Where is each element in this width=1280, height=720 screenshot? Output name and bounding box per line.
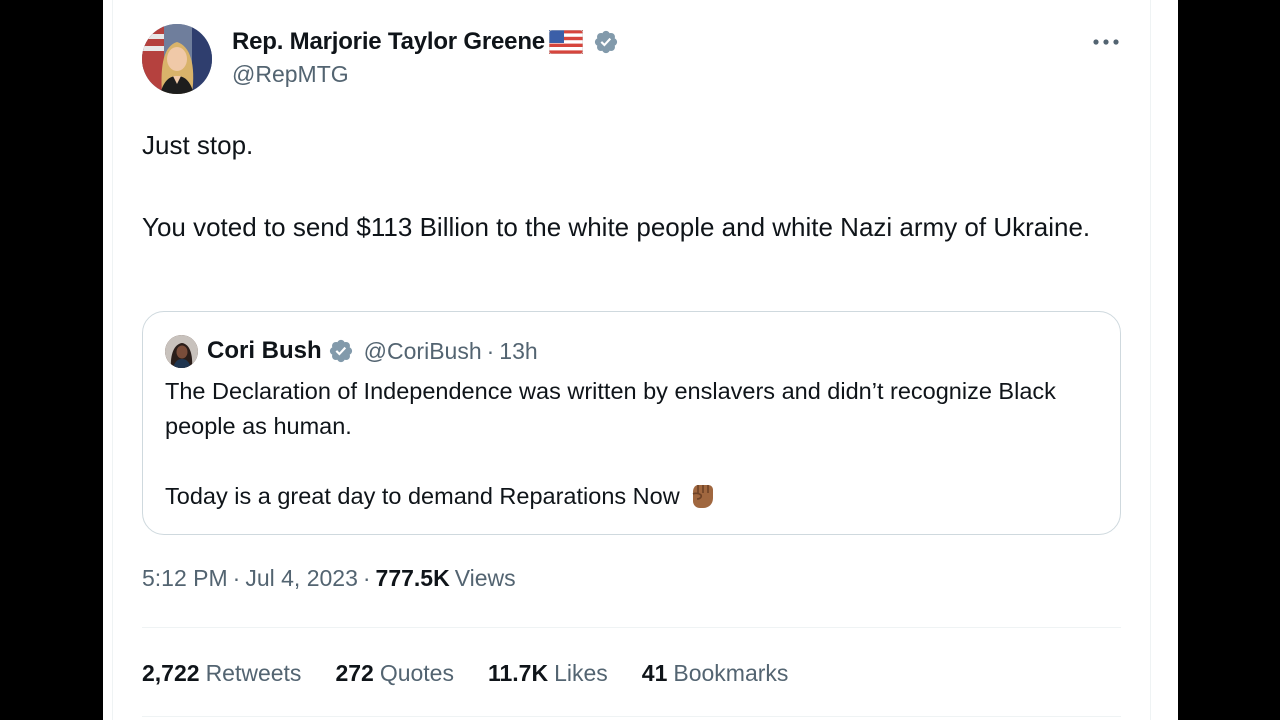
author-avatar-image: [142, 24, 212, 94]
divider: [142, 627, 1121, 628]
quoted-tweet-card[interactable]: Cori Bush @CoriBush · 13h The Declaratio…: [142, 311, 1121, 535]
retweets-stat[interactable]: 2,722 Retweets: [142, 660, 301, 687]
quoted-tweet-time: 13h: [499, 337, 538, 364]
quoted-text-line-with-emoji: Today is a great day to demand Reparatio…: [165, 478, 1065, 520]
quoted-text-line: The Declaration of Independence was writ…: [165, 378, 1056, 439]
screenshot-frame: Rep. Marjorie Taylor Greene @RepMTG Just…: [0, 0, 1280, 720]
author-display-name[interactable]: Rep. Marjorie Taylor Greene: [232, 28, 545, 56]
divider: [142, 716, 1121, 717]
quoted-text-line: Today is a great day to demand Reparatio…: [165, 483, 680, 509]
raised-fist-emoji: [686, 478, 718, 520]
retweets-label: Retweets: [205, 659, 302, 686]
tweet-date[interactable]: Jul 4, 2023: [245, 565, 358, 592]
author-name-row: Rep. Marjorie Taylor Greene: [232, 25, 619, 59]
tweet-meta: 5:12 PM · Jul 4, 2023 · 777.5K Views: [142, 565, 516, 592]
engagement-stats: 2,722 Retweets 272 Quotes 11.7K Likes 41…: [142, 657, 822, 689]
bookmarks-stat[interactable]: 41 Bookmarks: [642, 660, 789, 687]
tweet-text: Just stop. You voted to send $113 Billio…: [142, 125, 1132, 248]
verified-badge-icon: [328, 338, 354, 364]
separator-dot: ·: [486, 337, 495, 364]
quotes-label: Quotes: [379, 659, 454, 686]
tweet-text-line: You voted to send $113 Billion to the wh…: [142, 212, 1091, 242]
tweet-card: Rep. Marjorie Taylor Greene @RepMTG Just…: [103, 0, 1178, 720]
us-flag-emoji: [548, 30, 583, 54]
author-avatar[interactable]: [142, 24, 212, 94]
views-count: 777.5K: [375, 565, 450, 591]
quotes-stat[interactable]: 272 Quotes: [335, 660, 454, 687]
quoted-author-name: Cori Bush: [207, 337, 322, 364]
retweets-count: 2,722: [142, 659, 200, 686]
likes-stat[interactable]: 11.7K Likes: [488, 660, 608, 687]
author-handle[interactable]: @RepMTG: [232, 61, 349, 88]
tweet-time[interactable]: 5:12 PM: [142, 565, 228, 592]
tweet-text-line: Just stop.: [142, 130, 254, 160]
quoted-tweet-text: The Declaration of Independence was writ…: [165, 374, 1065, 520]
separator-dot: ·: [362, 565, 371, 591]
quoted-author-avatar: [165, 334, 198, 368]
more-options-icon[interactable]: [1091, 30, 1121, 54]
bookmarks-label: Bookmarks: [673, 659, 789, 686]
quoted-tweet-header: Cori Bush @CoriBush · 13h: [165, 334, 538, 368]
quoted-author-handle: @CoriBush: [363, 337, 482, 364]
likes-label: Likes: [554, 659, 608, 686]
verified-badge-icon[interactable]: [593, 29, 619, 55]
likes-count: 11.7K: [487, 659, 549, 686]
bookmarks-count: 41: [641, 659, 668, 686]
quotes-count: 272: [335, 659, 374, 686]
views-label: Views: [454, 565, 516, 591]
separator-dot: ·: [232, 565, 241, 591]
